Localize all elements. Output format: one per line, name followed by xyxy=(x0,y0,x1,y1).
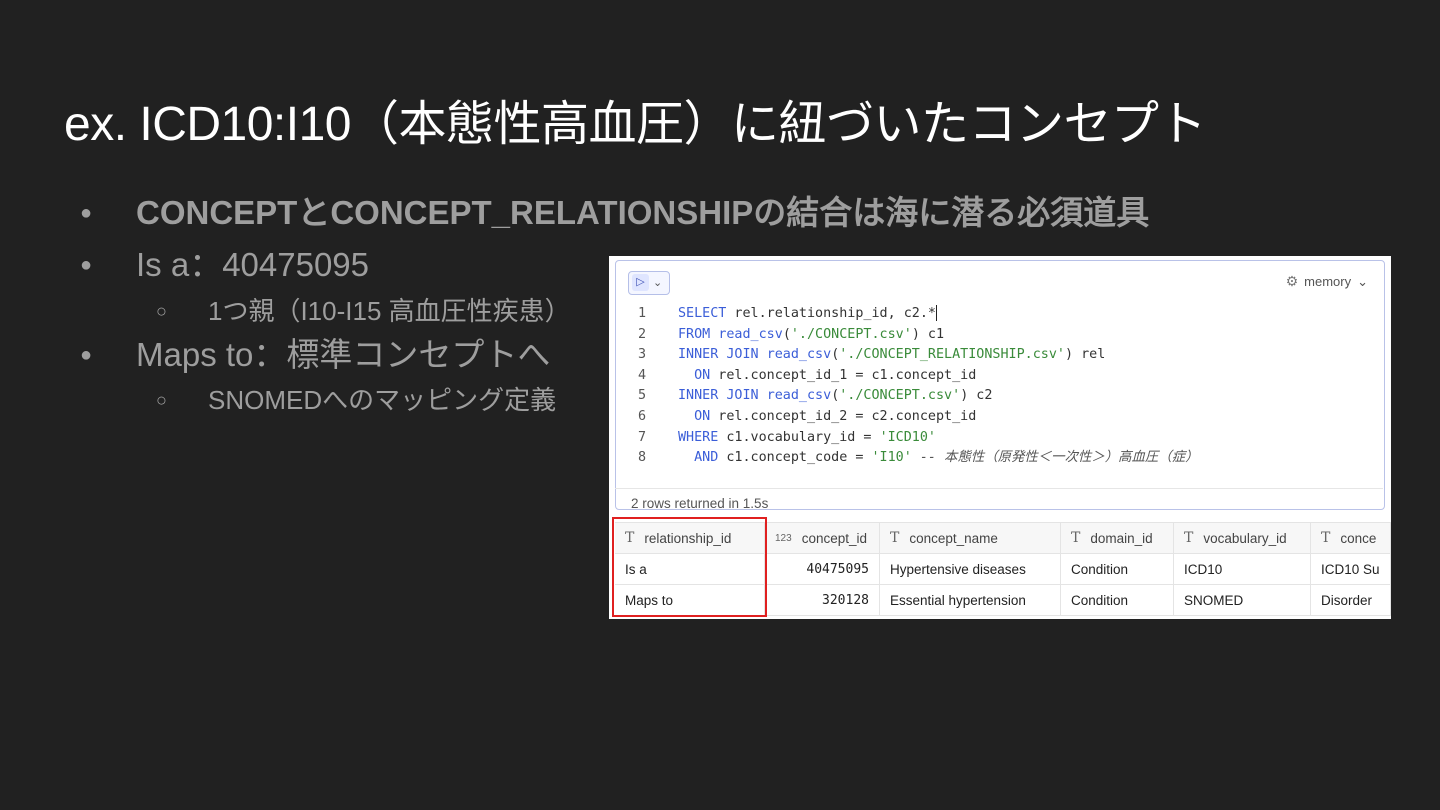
code-line: 3 INNER JOIN read_csv('./CONCEPT_RELATION… xyxy=(638,347,1106,363)
code-line: 8 AND c1.concept_code = 'I10' -- 本態性（原発性… xyxy=(638,450,1199,466)
code-area[interactable]: 1 SELECT rel.relationship_id, c2.* 2 FROM … xyxy=(630,304,1198,469)
column-header[interactable]: 123 concept_id xyxy=(765,523,880,553)
bullet-text: Is a：40475095 xyxy=(136,246,370,283)
run-button[interactable]: ▷ ⌄ xyxy=(628,271,670,295)
table-cell[interactable]: ICD10 Su xyxy=(1311,554,1391,584)
code-line: 7 WHERE c1.vocabulary_id = 'ICD10' xyxy=(638,429,936,445)
chevron-down-icon: ⌄ xyxy=(1357,273,1368,289)
code-line: 2 FROM read_csv('./CONCEPT.csv') c1 xyxy=(638,326,945,342)
play-icon[interactable]: ▷ xyxy=(632,274,649,291)
bullet-dot-icon: ● xyxy=(80,202,93,224)
column-header[interactable]: Tconcept_name xyxy=(880,523,1061,553)
gear-icon: ⚙ xyxy=(1285,273,1299,289)
code-line: 1 SELECT rel.relationship_id, c2.* xyxy=(638,305,937,321)
table-cell[interactable]: Disorder xyxy=(1311,585,1391,615)
chevron-down-icon[interactable]: ⌄ xyxy=(653,273,662,293)
column-header[interactable]: Tconce xyxy=(1311,523,1391,553)
text-type-icon: T xyxy=(890,530,900,546)
bullet-dot-icon: ● xyxy=(80,344,93,366)
number-type-icon: 123 xyxy=(775,532,792,544)
slide-title: ex. ICD10:I10（本態性高血圧）に紐づいたコンセプト xyxy=(64,98,1207,151)
text-type-icon: T xyxy=(1184,530,1194,546)
text-type-icon: T xyxy=(1071,530,1081,546)
table-cell[interactable]: ICD10 xyxy=(1174,554,1311,584)
memory-selector[interactable]: ⚙ memory ⌄ xyxy=(1286,273,1368,290)
table-cell[interactable]: Hypertensive diseases xyxy=(880,554,1061,584)
table-cell[interactable]: Condition xyxy=(1061,585,1174,615)
text-type-icon: T xyxy=(1321,530,1331,546)
table-cell[interactable]: SNOMED xyxy=(1174,585,1311,615)
result-status: 2 rows returned in 1.5s xyxy=(631,496,769,511)
table-cell[interactable]: 320128 xyxy=(765,585,880,615)
highlight-box xyxy=(612,517,767,617)
sub-bullet-text: SNOMEDへのマッピング定義 xyxy=(208,385,557,415)
table-cell[interactable]: 40475095 xyxy=(765,554,880,584)
sub-bullet-circle-icon: ○ xyxy=(156,390,167,410)
query-screenshot: ▷ ⌄ ⚙ memory ⌄ 1 SELECT rel.relationship_… xyxy=(609,256,1391,619)
sub-bullet-circle-icon: ○ xyxy=(156,301,167,321)
column-header[interactable]: Tdomain_id xyxy=(1061,523,1174,553)
table-cell[interactable]: Condition xyxy=(1061,554,1174,584)
bullet-text: Maps to：標準コンセプトへ xyxy=(136,336,551,373)
column-header[interactable]: Tvocabulary_id xyxy=(1174,523,1311,553)
sql-editor[interactable]: ▷ ⌄ ⚙ memory ⌄ 1 SELECT rel.relationship_… xyxy=(615,260,1385,510)
code-line: 5 INNER JOIN read_csv('./CONCEPT.csv') c2 xyxy=(638,388,993,404)
code-line: 4 ON rel.concept_id_1 = c1.concept_id xyxy=(638,367,977,383)
divider xyxy=(615,488,1383,489)
bullet-text: CONCEPTとCONCEPT_RELATIONSHIPの結合は海に潜る必須道具 xyxy=(136,194,1150,231)
bullet-dot-icon: ● xyxy=(80,254,93,276)
sub-bullet-text: 1つ親（I10-I15 高血圧性疾患） xyxy=(208,296,571,326)
code-line: 6 ON rel.concept_id_2 = c2.concept_id xyxy=(638,408,977,424)
memory-label: memory xyxy=(1304,274,1352,289)
table-cell[interactable]: Essential hypertension xyxy=(880,585,1061,615)
